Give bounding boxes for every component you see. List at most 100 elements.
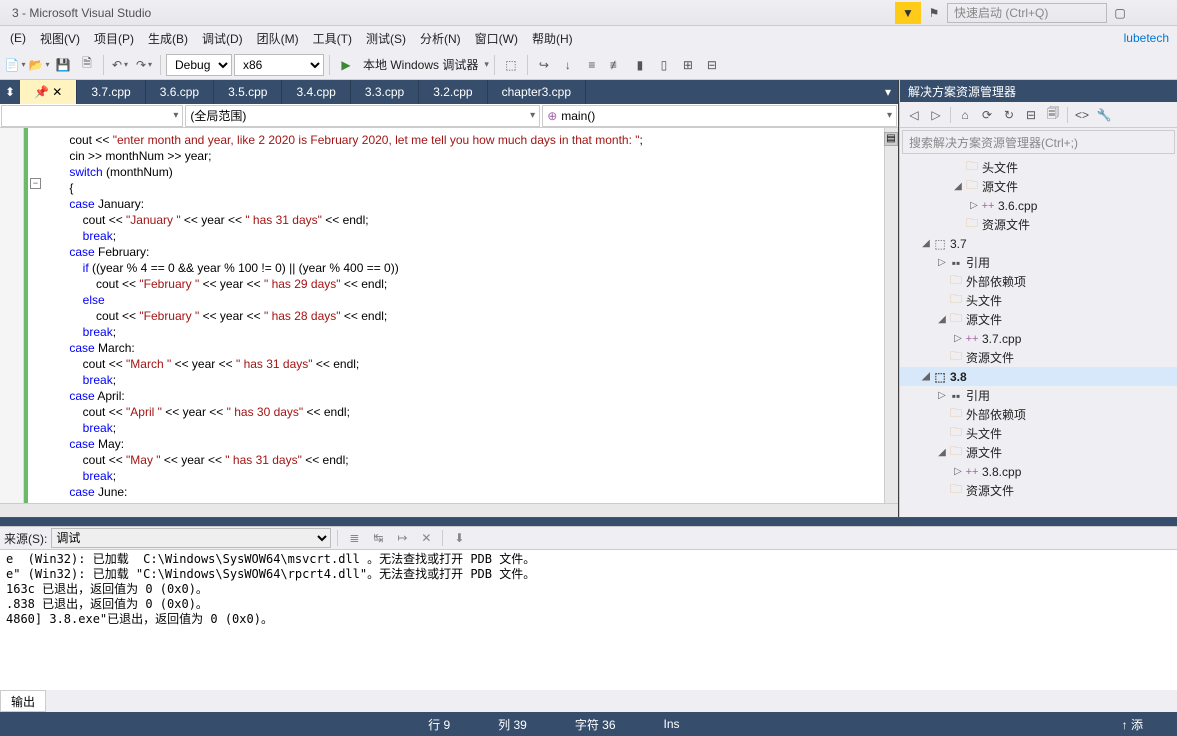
tree-node[interactable]: 🗀头文件	[900, 424, 1177, 443]
home-icon[interactable]: ⌂	[955, 105, 975, 125]
output-btn-3[interactable]: ↦	[392, 528, 412, 548]
menu-test[interactable]: 测试(S)	[360, 28, 412, 49]
tree-node[interactable]: ▷++3.8.cpp	[900, 462, 1177, 481]
menu-team[interactable]: 团队(M)	[251, 28, 305, 49]
bookmark-icon[interactable]: ▮	[629, 54, 651, 76]
output-text[interactable]: e (Win32): 已加载 C:\Windows\SysWOW64\msvcr…	[0, 550, 1177, 690]
file-tab[interactable]: 3.2.cpp	[419, 80, 487, 104]
toolbar: 📄 📂 💾 🗎 ↶ ↷ Debug x86 ▶ 本地 Windows 调试器 ▾…	[0, 50, 1177, 80]
maximize-icon[interactable]: ▢	[1107, 2, 1133, 24]
file-tab[interactable]: 3.7.cpp	[77, 80, 145, 104]
vertical-scrollbar[interactable]: ▤	[884, 128, 898, 503]
tree-node[interactable]: 🗀头文件	[900, 291, 1177, 310]
file-tab[interactable]: 3.3.cpp	[351, 80, 419, 104]
tree-node[interactable]: ◢🗀源文件	[900, 310, 1177, 329]
feedback-icon[interactable]: ⚑	[921, 2, 947, 24]
tree-node[interactable]: ◢⬚3.8	[900, 367, 1177, 386]
toolbar-btn-a[interactable]: ⊞	[677, 54, 699, 76]
menu-file[interactable]: (E)	[4, 29, 32, 47]
file-tab[interactable]: chapter3.cpp	[488, 80, 586, 104]
menu-view[interactable]: 视图(V)	[34, 28, 86, 49]
status-char: 字符 36	[551, 716, 640, 733]
code-icon[interactable]: <>	[1072, 105, 1092, 125]
toolbar-btn-1[interactable]: ⬚	[500, 54, 522, 76]
menu-build[interactable]: 生成(B)	[142, 28, 194, 49]
tree-node[interactable]: 🗀资源文件	[900, 481, 1177, 500]
title-bar: 3 - Microsoft Visual Studio ▼ ⚑ 快速启动 (Ct…	[0, 0, 1177, 26]
menu-tools[interactable]: 工具(T)	[307, 28, 358, 49]
tree-node[interactable]: ◢🗀源文件	[900, 443, 1177, 462]
tab-nav-left[interactable]: ⬍	[0, 80, 20, 104]
output-source-label: 来源(S):	[4, 530, 47, 547]
tree-node[interactable]: ▷▪▪引用	[900, 253, 1177, 272]
new-project-button[interactable]: 📄	[4, 54, 26, 76]
scope-dropdown[interactable]: ▾	[1, 105, 183, 127]
tree-node[interactable]: 🗀外部依赖项	[900, 405, 1177, 424]
forward-icon[interactable]: ▷	[926, 105, 946, 125]
step-into-icon[interactable]: ↓	[557, 54, 579, 76]
toolbar-btn-b[interactable]: ⊟	[701, 54, 723, 76]
output-clear-icon[interactable]: ✕	[416, 528, 436, 548]
solution-tree[interactable]: 🗀头文件◢🗀源文件▷++3.6.cpp🗀资源文件◢⬚3.7▷▪▪引用🗀外部依赖项…	[900, 156, 1177, 517]
tree-node[interactable]: ▷++3.7.cpp	[900, 329, 1177, 348]
menu-project[interactable]: 项目(P)	[88, 28, 140, 49]
tree-node[interactable]: ◢🗀源文件	[900, 177, 1177, 196]
step-over-icon[interactable]: ↪	[533, 54, 555, 76]
solution-explorer-header: 解决方案资源管理器	[900, 80, 1177, 102]
change-indicator	[24, 128, 28, 503]
back-icon[interactable]: ◁	[904, 105, 924, 125]
tab-dropdown[interactable]: ▾	[878, 80, 898, 104]
split-icon[interactable]: ▤	[884, 132, 898, 146]
tree-node[interactable]: ▷++3.6.cpp	[900, 196, 1177, 215]
file-tab-active[interactable]: 📌 ✕	[20, 80, 77, 104]
save-all-button[interactable]: 🗎	[76, 54, 98, 76]
code-nav-bar: ▾ (全局范围)▾ ⊕main()▾	[0, 104, 898, 128]
menu-debug[interactable]: 调试(D)	[196, 28, 249, 49]
output-btn-2[interactable]: ↹	[368, 528, 388, 548]
properties-icon[interactable]: 🔧	[1094, 105, 1114, 125]
user-account[interactable]: lubetech	[1124, 31, 1173, 45]
tree-node[interactable]: 🗀资源文件	[900, 348, 1177, 367]
output-btn-1[interactable]: ≣	[344, 528, 364, 548]
bookmark-next-icon[interactable]: ▯	[653, 54, 675, 76]
platform-dropdown[interactable]: x86	[234, 54, 324, 76]
output-tab[interactable]: 输出	[0, 690, 46, 712]
refresh-icon[interactable]: ↻	[999, 105, 1019, 125]
status-add[interactable]: ↑ 添	[1098, 716, 1167, 733]
redo-button[interactable]: ↷	[133, 54, 155, 76]
comment-icon[interactable]: ≡	[581, 54, 603, 76]
code-editor[interactable]: − cout << "enter month and year, like 2 …	[0, 128, 898, 503]
tree-node[interactable]: 🗀资源文件	[900, 215, 1177, 234]
horizontal-scrollbar[interactable]	[0, 503, 898, 517]
config-dropdown[interactable]: Debug	[166, 54, 232, 76]
file-tab[interactable]: 3.5.cpp	[214, 80, 282, 104]
class-dropdown[interactable]: (全局范围)▾	[185, 105, 540, 127]
editor-gutter	[0, 128, 24, 503]
solution-search-input[interactable]: 搜索解决方案资源管理器(Ctrl+;)	[902, 130, 1175, 154]
menu-analyze[interactable]: 分析(N)	[414, 28, 467, 49]
undo-button[interactable]: ↶	[109, 54, 131, 76]
function-dropdown[interactable]: ⊕main()▾	[542, 105, 897, 127]
open-file-button[interactable]: 📂	[28, 54, 50, 76]
output-wrap-icon[interactable]: ⬇	[449, 528, 469, 548]
fold-icon[interactable]: −	[30, 178, 41, 189]
debugger-label[interactable]: 本地 Windows 调试器	[359, 56, 482, 73]
menu-window[interactable]: 窗口(W)	[469, 28, 524, 49]
file-tab[interactable]: 3.4.cpp	[282, 80, 350, 104]
menu-help[interactable]: 帮助(H)	[526, 28, 579, 49]
tree-node[interactable]: 🗀外部依赖项	[900, 272, 1177, 291]
file-tab[interactable]: 3.6.cpp	[146, 80, 214, 104]
save-button[interactable]: 💾	[52, 54, 74, 76]
uncomment-icon[interactable]: ≢	[605, 54, 627, 76]
tree-node[interactable]: ◢⬚3.7	[900, 234, 1177, 253]
quick-launch-input[interactable]: 快速启动 (Ctrl+Q)	[947, 3, 1107, 23]
collapse-icon[interactable]: ⊟	[1021, 105, 1041, 125]
sync-icon[interactable]: ⟳	[977, 105, 997, 125]
tree-node[interactable]: 🗀头文件	[900, 158, 1177, 177]
notification-icon[interactable]: ▼	[895, 2, 921, 24]
show-all-icon[interactable]: 🗐	[1043, 105, 1063, 125]
output-source-dropdown[interactable]: 调试	[51, 528, 331, 548]
solution-toolbar: ◁ ▷ ⌂ ⟳ ↻ ⊟ 🗐 <> 🔧	[900, 102, 1177, 128]
tree-node[interactable]: ▷▪▪引用	[900, 386, 1177, 405]
start-debug-button[interactable]: ▶	[335, 54, 357, 76]
